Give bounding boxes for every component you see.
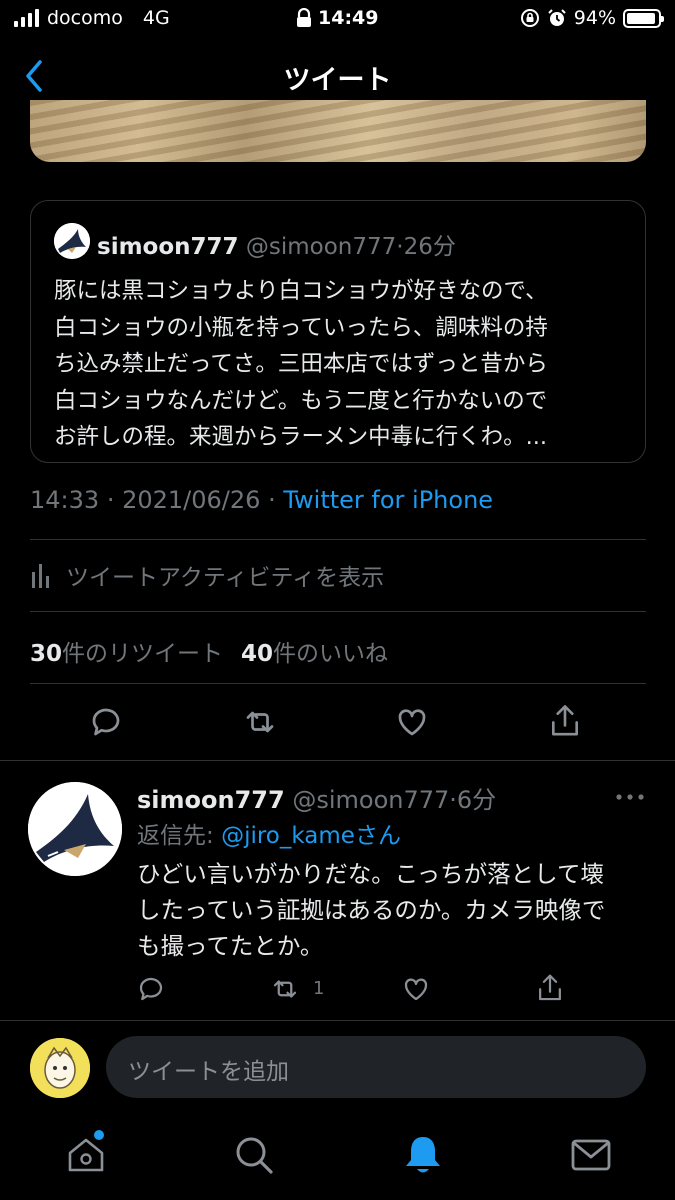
battery-percent: 94% xyxy=(573,7,616,29)
carrier-name: docomo xyxy=(47,7,123,29)
user-avatar-image xyxy=(30,1038,90,1098)
like-icon[interactable] xyxy=(401,974,431,1004)
retweet-icon[interactable] xyxy=(242,704,278,740)
like-label: 件のいいね xyxy=(273,641,389,667)
home-icon[interactable] xyxy=(64,1133,108,1177)
status-right: 94% xyxy=(520,7,664,29)
reply-to-suffix: さん xyxy=(354,823,401,849)
quoted-tweet-text: 豚には黒コショウより白コショウが好きなので、 白コショウの小瓶を持っていったら、… xyxy=(54,273,624,456)
timestamp: 6分 xyxy=(456,786,497,814)
avatar[interactable] xyxy=(28,782,122,876)
tweet-image[interactable] xyxy=(30,100,646,162)
divider xyxy=(30,539,646,540)
signal-icon xyxy=(14,9,39,27)
text-line: 豚には黒コショウより白コショウが好きなので、 xyxy=(54,278,548,304)
text-line: 白コショウの小瓶を持っていったら、調味料の持 xyxy=(54,314,548,341)
reply-text: ひどい言いがかりだな。こっちが落として壊 したっていう証拠はあるのか。カメラ映像… xyxy=(137,856,647,964)
add-tweet-input[interactable]: ツイートを追加 xyxy=(106,1036,646,1098)
divider xyxy=(0,760,675,761)
retweet-icon[interactable] xyxy=(270,974,300,1004)
analytics-icon xyxy=(32,564,49,588)
lock-icon xyxy=(297,8,311,27)
share-icon[interactable] xyxy=(547,702,583,740)
reply-to-prefix: 返信先: xyxy=(137,823,222,849)
like-number: 40 xyxy=(241,641,274,667)
shark-avatar-icon xyxy=(28,782,122,876)
quoted-tweet[interactable]: simoon777 @simoon777·26分 豚には黒コショウより白コショウ… xyxy=(30,200,646,463)
clock: 14:49 xyxy=(296,7,378,29)
display-name: simoon777 xyxy=(97,234,239,260)
engagement-counts: 30件のリツイート 40件のいいね xyxy=(30,634,388,668)
shark-avatar-icon xyxy=(54,223,90,259)
source-link[interactable]: Twitter for iPhone xyxy=(283,486,493,514)
divider xyxy=(30,683,646,684)
divider xyxy=(30,611,646,612)
avatar[interactable] xyxy=(54,223,90,259)
retweet-label: 件のリツイート xyxy=(62,641,224,667)
new-content-dot xyxy=(94,1130,104,1140)
share-icon[interactable] xyxy=(535,972,565,1004)
reply-to: 返信先: @jiro_kameさん xyxy=(137,816,401,850)
separator: · xyxy=(396,234,404,260)
reply-header: simoon777 @simoon777·6分 xyxy=(137,780,496,815)
retweet-number: 30 xyxy=(30,641,63,667)
tweet-meta: 14:33 · 2021/06/26 · Twitter for iPhone xyxy=(30,486,493,514)
separator: · xyxy=(106,486,115,514)
divider xyxy=(0,1020,675,1021)
notifications-icon[interactable] xyxy=(401,1133,445,1177)
battery-icon xyxy=(623,8,664,28)
reply-icon[interactable] xyxy=(88,704,124,740)
quoted-tweet-header: simoon777 @simoon777·26分 xyxy=(97,227,456,261)
rotation-lock-icon xyxy=(520,9,539,27)
text-line: ち込み禁止だってさ。三田本店ではずっと昔から xyxy=(54,351,548,377)
text-line: 白コショウなんだけど。もう二度と行かないので xyxy=(54,387,548,414)
retweet-count[interactable]: 30件のリツイート xyxy=(30,634,223,668)
text-line: お許しの程。来週からラーメン中毒に行くわ。... xyxy=(54,424,548,450)
carrier-info: docomo 4G xyxy=(14,7,170,29)
user-avatar[interactable] xyxy=(30,1038,90,1098)
reply-to-handle[interactable]: @jiro_kame xyxy=(221,823,355,849)
more-options-icon[interactable] xyxy=(614,792,646,802)
tweet-date: 2021/06/26 xyxy=(122,486,261,514)
clock-time: 14:49 xyxy=(318,7,379,29)
display-name: simoon777 xyxy=(137,786,285,814)
network-type: 4G xyxy=(142,7,170,29)
like-icon[interactable] xyxy=(394,704,430,740)
battery-fill xyxy=(627,12,655,24)
text-line: も撮ってたとか。 xyxy=(137,932,324,960)
reply-icon[interactable] xyxy=(136,974,166,1004)
text-line: ひどい言いがかりだな。こっちが落として壊 xyxy=(137,860,604,888)
alarm-icon xyxy=(548,9,566,26)
activity-label: ツイートアクティビティを表示 xyxy=(66,565,385,591)
separator: · xyxy=(268,486,276,514)
search-icon[interactable] xyxy=(232,1133,276,1177)
reply-retweet-count: 1 xyxy=(313,978,325,999)
status-bar: docomo 4G 14:49 94% xyxy=(0,0,675,38)
tweet-time: 14:33 xyxy=(30,486,100,514)
compose-placeholder: ツイートを追加 xyxy=(128,1059,289,1085)
handle: @simoon777 xyxy=(245,234,397,260)
tweet-activity-link[interactable]: ツイートアクティビティを表示 xyxy=(30,558,384,592)
separator: · xyxy=(449,786,457,814)
page-title: ツイート xyxy=(283,65,392,96)
messages-icon[interactable] xyxy=(569,1133,613,1177)
text-line: したっていう証拠はあるのか。カメラ映像で xyxy=(137,896,606,924)
like-count[interactable]: 40件のいいね xyxy=(241,634,388,668)
handle: @simoon777 xyxy=(292,786,450,814)
timestamp: 26分 xyxy=(403,234,456,260)
